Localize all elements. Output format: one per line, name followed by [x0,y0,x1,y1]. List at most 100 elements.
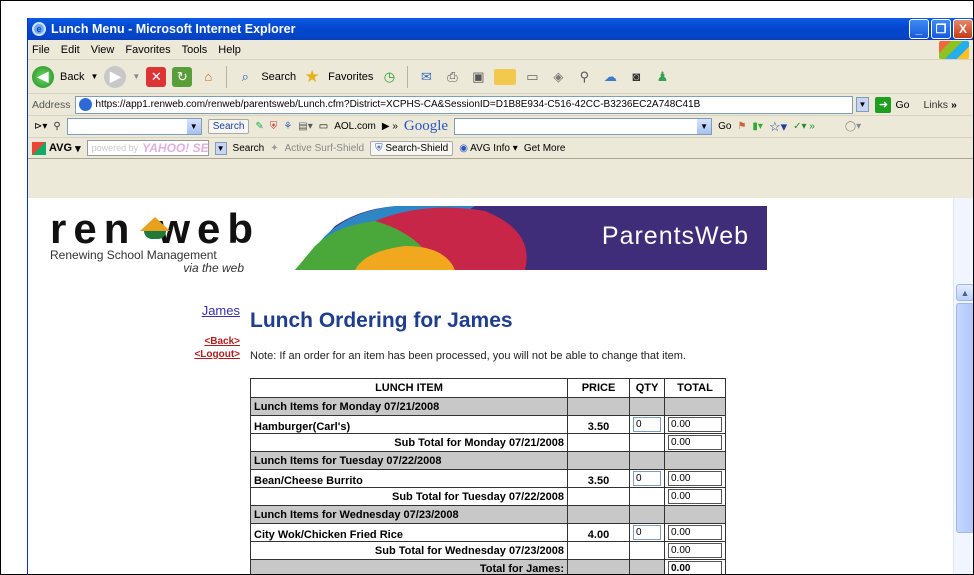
student-link[interactable]: James [158,303,240,318]
menu-tools[interactable]: Tools [182,44,208,56]
search-button-label[interactable]: Search [261,71,296,83]
logout-link[interactable]: <Logout> [158,349,240,360]
address-bar: Address https://app1.renweb.com/renweb/p… [28,94,973,116]
search-shield-button[interactable]: ⛨ Search-Shield [370,140,454,156]
home-icon[interactable]: ⌂ [198,67,218,87]
maximize-button[interactable]: ❐ [931,19,951,39]
subtotal-row: Sub Total for Monday 07/21/2008 0.00 [250,433,726,452]
empty-cell [567,433,630,452]
msn-icon[interactable]: ◙ [626,67,646,87]
bookmark-icon[interactable]: ⚑ [737,121,746,132]
google-dropdown-icon[interactable]: ▼ [697,119,712,134]
subtotal-cell: 0.00 [664,541,726,560]
subtotal-label: Sub Total for Tuesday 07/22/2008 [250,487,568,506]
minimize-button[interactable]: _ [909,19,929,39]
toolbar-options-icon[interactable]: ⊳▾ [34,121,47,132]
menu-help[interactable]: Help [218,44,241,56]
close-button[interactable]: X [953,19,973,39]
search-icon[interactable]: ⌕ [235,67,255,87]
active-surf-shield[interactable]: Active Surf-Shield [285,143,364,154]
search-toolbar: ⊳▾ ⚲ ▼ Search ✎ ⛨ ⚘ ▤▾ ▭ AOL.com ▶ » Goo… [28,116,973,138]
print-icon[interactable]: ⎙ [442,67,462,87]
menu-edit[interactable]: Edit [61,44,80,56]
get-more-link[interactable]: Get More [524,143,566,154]
forward-arrow-icon[interactable]: ▶ [104,65,127,88]
dropdown-icon[interactable]: ▼ [186,119,201,134]
back-dropdown-icon[interactable]: ▼ [90,72,98,81]
empty-cell [629,487,665,506]
back-link[interactable]: <Back> [158,336,240,347]
day-group-label: Lunch Items for Monday 07/21/2008 [250,397,568,416]
highlight-icon[interactable]: ✎ [255,121,263,132]
refresh-icon[interactable]: ↻ [172,66,193,87]
parentsweb-banner: ParentsWeb [295,206,767,270]
menu-view[interactable]: View [91,44,115,56]
favorites-star-icon[interactable]: ★ [302,67,322,87]
folder-icon[interactable] [494,68,517,85]
avg-menu[interactable]: AVG ▾ [32,141,81,155]
settings-circle-icon[interactable]: ◯▾ [845,121,861,132]
screen-icon[interactable]: ▭ [522,67,542,87]
lunch-table: LUNCH ITEM PRICE QTY TOTAL Lunch Items f… [250,378,726,574]
address-label: Address [32,98,71,111]
menu-file[interactable]: File [32,44,50,56]
research-icon[interactable]: ⚲ [574,67,594,87]
search-button[interactable]: Search [207,119,250,134]
spellcheck-icon[interactable]: ✓▾ » [793,121,815,132]
aol-more-icon[interactable]: ▶ » [382,121,398,132]
address-input[interactable]: https://app1.renweb.com/renweb/parentswe… [74,95,853,114]
scroll-thumb[interactable] [956,303,973,533]
popup-icon[interactable]: ▤▾ [298,121,312,132]
page-content: ren web Renewing School Management via t… [28,198,953,574]
day-group-row: Lunch Items for Tuesday 07/22/2008 [250,451,726,470]
vertical-scrollbar[interactable]: ▲ [953,198,973,574]
google-logo[interactable]: Google [404,118,448,135]
favorites-button-label[interactable]: Favorites [328,71,373,83]
grand-total-field: 0.00 [668,561,722,574]
google-go-button[interactable]: Go [718,121,731,132]
links-chevron-icon[interactable]: » [951,99,957,111]
qty-input[interactable]: 0 [633,471,661,486]
empty-cell [664,397,726,416]
day-group-label: Lunch Items for Tuesday 07/22/2008 [250,451,568,470]
menu-favorites[interactable]: Favorites [125,44,170,56]
history-icon[interactable]: ◷ [379,67,399,87]
go-label: Go [895,98,910,111]
pagerank-icon[interactable]: ▮▾ [752,121,763,132]
scroll-up-icon[interactable]: ▲ [956,284,973,301]
go-button[interactable]: ➜ Go [875,96,910,113]
yahoo-dropdown-icon[interactable]: ▼ [214,141,227,155]
mail-icon[interactable]: ✉ [416,67,436,87]
yahoo-search-input[interactable]: powered byYAHOO! SEARCH [86,140,209,156]
address-url: https://app1.renweb.com/renweb/parentswe… [95,99,701,110]
address-dropdown-icon[interactable]: ▼ [855,97,870,112]
aol-link[interactable]: AOL.com [334,121,376,132]
aol-icon: ▭ [318,121,329,132]
qty-input[interactable]: 0 [633,525,661,540]
stop-icon[interactable]: ✕ [146,66,167,87]
google-search-input[interactable]: ▼ [454,118,713,135]
search-box[interactable]: ▼ [66,118,202,135]
media-icon[interactable]: ◈ [548,67,568,87]
avg-search-button[interactable]: Search [233,143,265,154]
browser-window: e Lunch Menu - Microsoft Internet Explor… [27,18,973,574]
item-name: Hamburger(Carl's) [250,415,568,434]
forward-dropdown-icon[interactable]: ▼ [132,72,140,81]
messenger-icon[interactable]: ☁ [600,67,620,87]
star-outline-icon[interactable]: ☆▾ [769,119,787,135]
back-button-label[interactable]: Back [60,71,84,83]
yahoo-placeholder: powered by [91,143,139,153]
item-name: Bean/Cheese Burrito [250,469,568,488]
links-button[interactable]: Links [923,99,948,111]
people-icon[interactable]: ♟ [652,67,672,87]
day-group-row: Lunch Items for Monday 07/21/2008 [250,397,726,416]
dictionary-icon[interactable]: ⚘ [283,121,292,132]
title-bar[interactable]: e Lunch Menu - Microsoft Internet Explor… [28,18,973,40]
qty-input[interactable]: 0 [633,417,661,432]
blocker-icon[interactable]: ⛨ [270,121,278,132]
back-arrow-icon[interactable]: ◀ [32,65,54,88]
avg-info-button[interactable]: ◉ AVG Info ▾ [459,143,518,154]
edit-icon[interactable]: ▣ [468,67,488,87]
subtotal-field: 0.00 [668,489,722,504]
table-header-row: LUNCH ITEM PRICE QTY TOTAL [250,378,726,398]
